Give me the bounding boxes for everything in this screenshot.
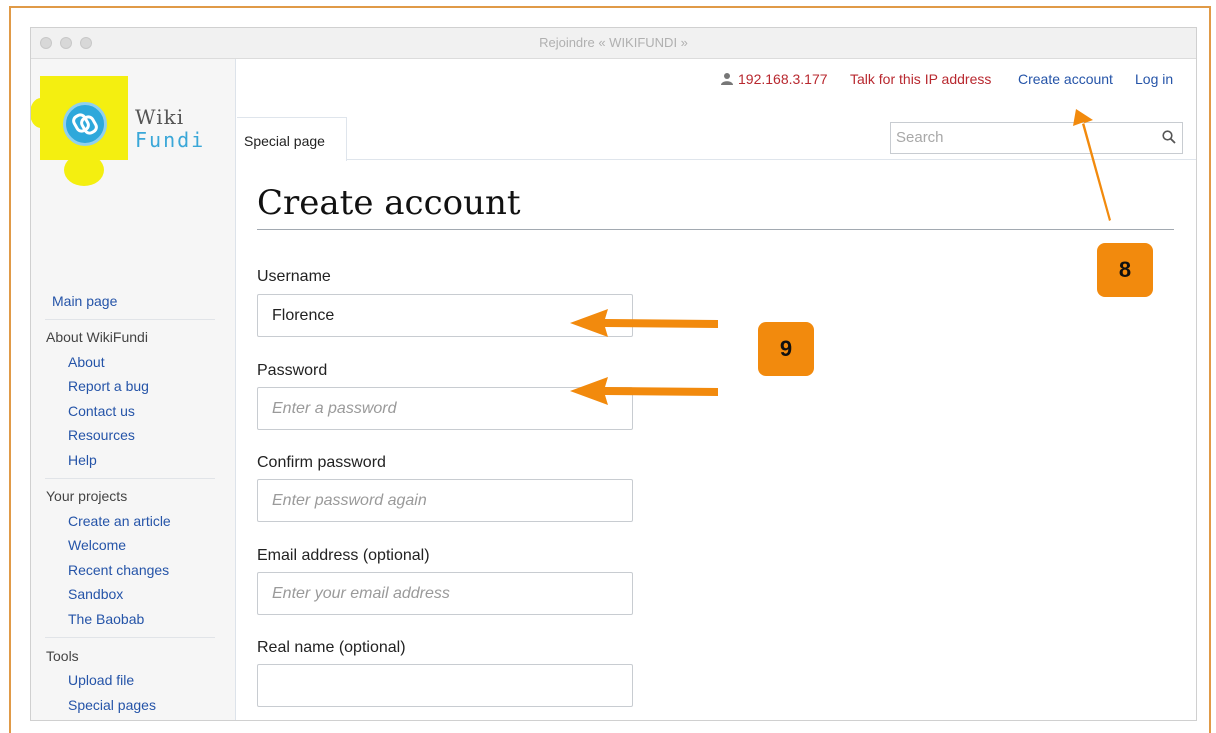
annotation-arrows — [570, 109, 1111, 405]
arrow-to-password — [570, 377, 718, 405]
arrow-to-create-account — [1073, 109, 1111, 221]
arrow-to-username — [570, 309, 718, 337]
annotation-badge-8: 8 — [1097, 243, 1153, 297]
annotation-badge-9: 9 — [758, 322, 814, 376]
